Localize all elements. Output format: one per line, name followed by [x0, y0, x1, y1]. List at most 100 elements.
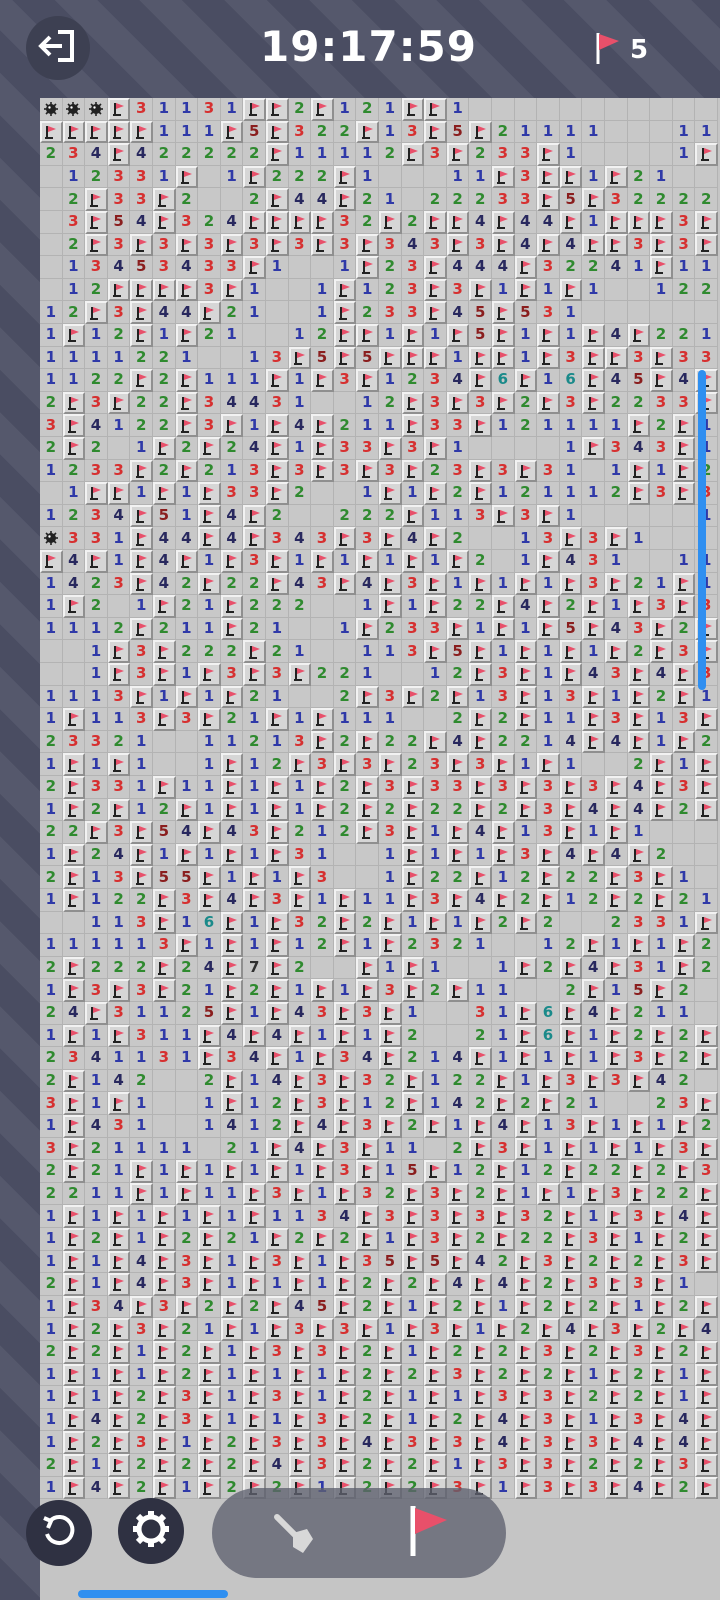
- number-cell[interactable]: 4: [559, 730, 583, 754]
- number-cell[interactable]: 3: [379, 685, 402, 709]
- number-cell[interactable]: 2: [243, 188, 266, 211]
- number-cell[interactable]: 2: [537, 1205, 560, 1228]
- number-cell[interactable]: 2: [582, 866, 605, 889]
- number-cell[interactable]: 3: [379, 821, 402, 844]
- flag-icon[interactable]: [220, 776, 244, 799]
- number-cell[interactable]: 3: [40, 1092, 63, 1115]
- empty-cell[interactable]: [559, 911, 583, 935]
- flag-icon[interactable]: [559, 1047, 583, 1070]
- number-cell[interactable]: 1: [492, 572, 515, 596]
- number-cell[interactable]: 3: [40, 414, 63, 437]
- number-cell[interactable]: 3: [175, 708, 199, 731]
- flag-icon[interactable]: [356, 979, 379, 1002]
- number-cell[interactable]: 1: [537, 414, 560, 437]
- number-cell[interactable]: 1: [243, 414, 266, 437]
- flag-icon[interactable]: [356, 324, 379, 347]
- flag-icon[interactable]: [198, 1454, 221, 1477]
- empty-cell[interactable]: [492, 527, 515, 550]
- number-cell[interactable]: 3: [107, 301, 131, 324]
- flag-icon[interactable]: [356, 1137, 379, 1161]
- number-cell[interactable]: 2: [175, 437, 199, 460]
- number-cell[interactable]: 4: [469, 821, 492, 844]
- number-cell[interactable]: 4: [492, 1408, 515, 1432]
- number-cell[interactable]: 2: [266, 165, 289, 189]
- number-cell[interactable]: 4: [107, 1069, 131, 1093]
- number-cell[interactable]: 3: [130, 640, 153, 663]
- number-cell[interactable]: 3: [650, 595, 673, 618]
- flag-icon[interactable]: [492, 504, 515, 528]
- number-cell[interactable]: 2: [379, 391, 402, 415]
- number-cell[interactable]: 1: [559, 301, 583, 324]
- number-cell[interactable]: 2: [559, 934, 583, 957]
- number-cell[interactable]: 5: [401, 1160, 425, 1183]
- empty-cell[interactable]: [650, 504, 673, 528]
- number-cell[interactable]: 1: [107, 1160, 131, 1183]
- number-cell[interactable]: 1: [175, 1205, 199, 1228]
- number-cell[interactable]: 1: [130, 437, 153, 460]
- flag-icon[interactable]: [153, 1341, 176, 1364]
- empty-cell[interactable]: [672, 504, 696, 528]
- number-cell[interactable]: 1: [107, 934, 131, 957]
- number-cell[interactable]: 1: [85, 934, 108, 957]
- number-cell[interactable]: 1: [469, 1318, 492, 1341]
- flag-icon[interactable]: [446, 391, 470, 415]
- flag-icon[interactable]: [469, 798, 492, 822]
- flag-icon[interactable]: [401, 1205, 425, 1228]
- number-cell[interactable]: 1: [243, 1228, 266, 1251]
- number-cell[interactable]: 2: [672, 617, 696, 641]
- number-cell[interactable]: 1: [198, 617, 221, 641]
- flag-icon[interactable]: [672, 1115, 696, 1138]
- number-cell[interactable]: 4: [288, 1137, 312, 1161]
- flag-icon[interactable]: [198, 1476, 221, 1500]
- flag-icon[interactable]: [650, 753, 673, 776]
- number-cell[interactable]: 1: [379, 1137, 402, 1161]
- flag-icon[interactable]: [605, 1250, 628, 1274]
- flag-icon[interactable]: [492, 301, 515, 324]
- number-cell[interactable]: 2: [401, 934, 425, 957]
- number-cell[interactable]: 2: [446, 1137, 470, 1161]
- flag-icon[interactable]: [266, 1047, 289, 1070]
- number-cell[interactable]: 3: [288, 1318, 312, 1341]
- number-cell[interactable]: 3: [424, 889, 447, 912]
- flag-icon[interactable]: [62, 889, 86, 912]
- number-cell[interactable]: 2: [672, 1024, 696, 1048]
- flag-icon[interactable]: [311, 1047, 334, 1070]
- number-cell[interactable]: 3: [650, 391, 673, 415]
- number-cell[interactable]: 2: [220, 1431, 244, 1454]
- number-cell[interactable]: 3: [627, 1408, 651, 1432]
- empty-cell[interactable]: [695, 1273, 718, 1296]
- flag-icon[interactable]: [469, 640, 492, 663]
- number-cell[interactable]: 1: [40, 798, 63, 822]
- empty-cell[interactable]: [695, 979, 718, 1002]
- number-cell[interactable]: 1: [605, 459, 628, 483]
- flag-icon[interactable]: [175, 1295, 199, 1319]
- number-cell[interactable]: 2: [672, 278, 696, 302]
- empty-cell[interactable]: [40, 256, 63, 279]
- number-cell[interactable]: 2: [266, 595, 289, 618]
- flag-icon[interactable]: [175, 1160, 199, 1183]
- number-cell[interactable]: 1: [469, 934, 492, 957]
- empty-cell[interactable]: [333, 866, 357, 889]
- number-cell[interactable]: 2: [582, 1295, 605, 1319]
- number-cell[interactable]: 4: [672, 369, 696, 392]
- number-cell[interactable]: 1: [85, 753, 108, 776]
- number-cell[interactable]: 4: [446, 1273, 470, 1296]
- number-cell[interactable]: 1: [40, 346, 63, 370]
- number-cell[interactable]: 2: [130, 1476, 153, 1500]
- empty-cell[interactable]: [695, 821, 718, 844]
- number-cell[interactable]: 2: [356, 911, 379, 935]
- flag-icon[interactable]: [220, 595, 244, 618]
- flag-icon[interactable]: [62, 1250, 86, 1274]
- number-cell[interactable]: 1: [62, 278, 86, 302]
- flag-icon[interactable]: [175, 278, 199, 302]
- number-cell[interactable]: 1: [153, 98, 176, 121]
- flag-icon[interactable]: [288, 1024, 312, 1048]
- empty-cell[interactable]: [356, 866, 379, 889]
- flag-icon[interactable]: [379, 482, 402, 505]
- number-cell[interactable]: 1: [401, 1295, 425, 1319]
- flag-icon[interactable]: [198, 1408, 221, 1432]
- flag-icon[interactable]: [446, 1182, 470, 1206]
- number-cell[interactable]: 4: [220, 889, 244, 912]
- number-cell[interactable]: 3: [582, 1273, 605, 1296]
- flag-icon[interactable]: [492, 1205, 515, 1228]
